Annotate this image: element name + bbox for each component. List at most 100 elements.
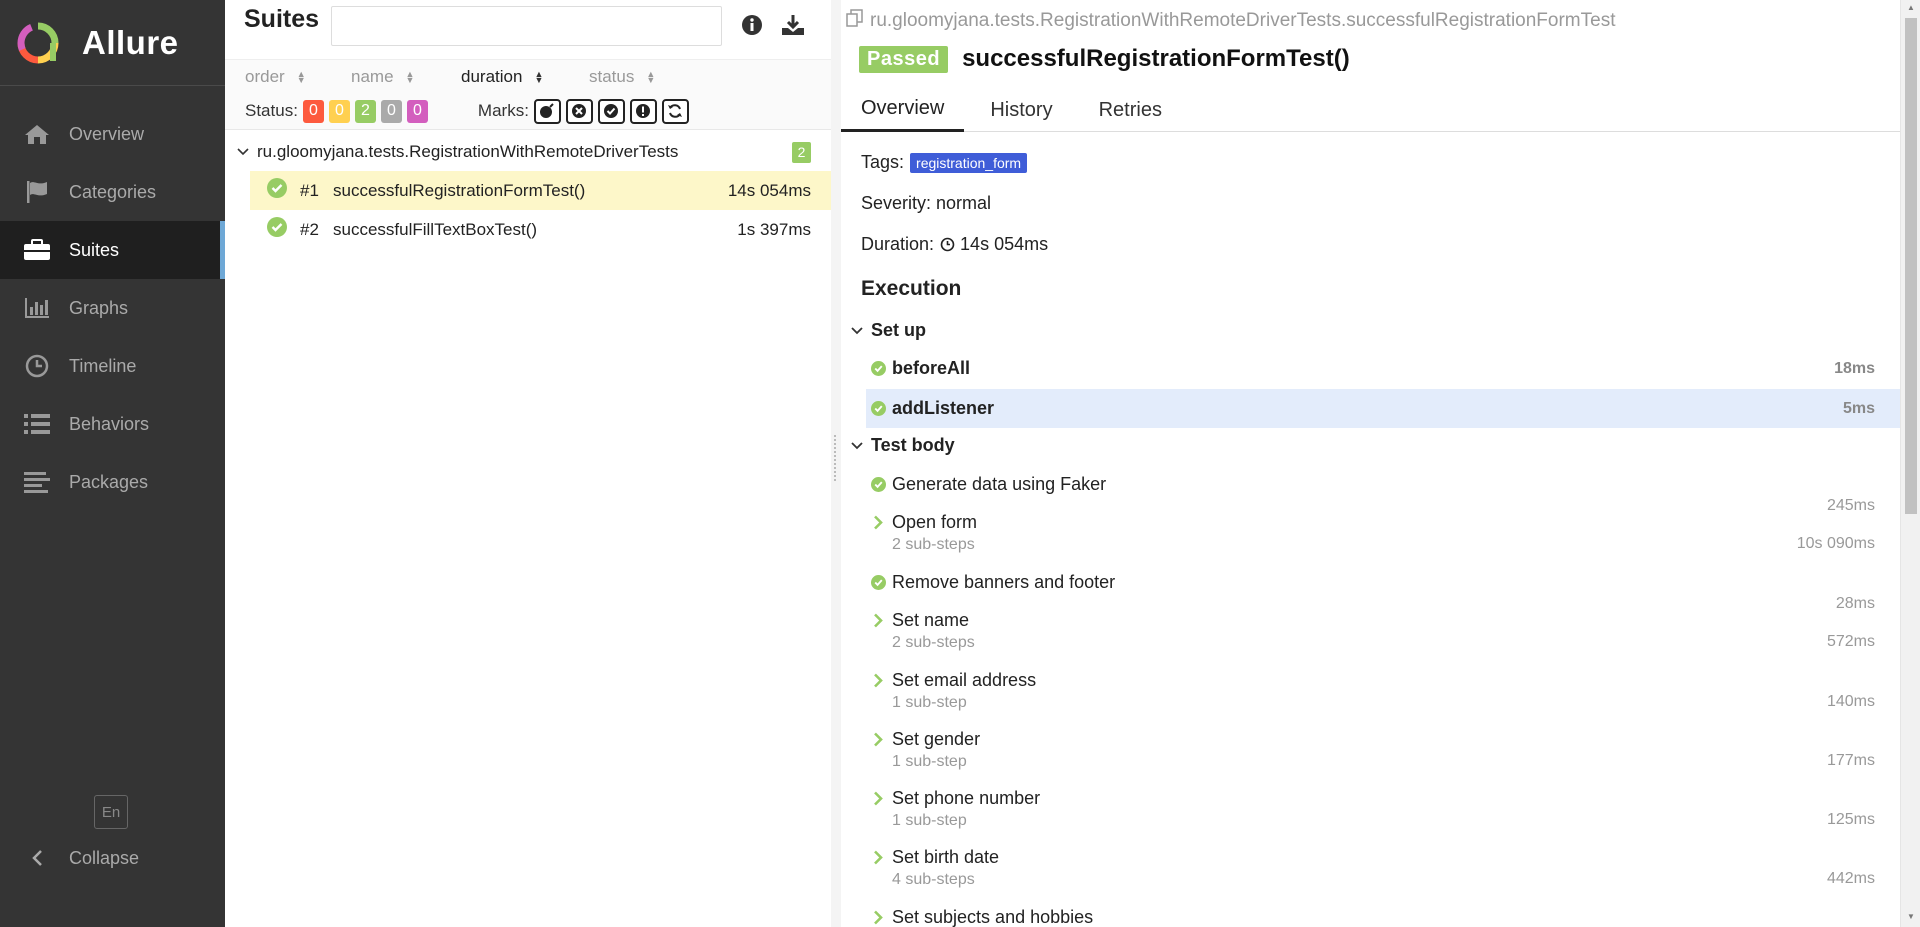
setup-step[interactable]: addListener 5ms [866,389,1900,428]
tags-field: Tags: registration_form [861,152,1028,173]
suites-pane: Suites order ▲ ▼ name ▲ ▼ duration ▲ ▼ status ▲… [225,0,831,927]
sort-arrows-icon: ▲ ▼ [296,68,306,85]
briefcase-icon [22,237,52,263]
pane-splitter[interactable] [831,0,841,927]
download-icon[interactable] [780,12,806,38]
list-icon [22,411,52,437]
mark-new-passed-icon[interactable] [597,98,625,124]
step-duration: 18ms [1834,360,1875,377]
step-duration: 572ms [1826,633,1875,650]
sidebar-item-packages[interactable]: Packages [0,453,225,511]
sort-name[interactable]: name ▲ ▼ [351,67,461,87]
scroll-up-icon[interactable]: ▲ [1907,3,1915,12]
suite-count-badge: 2 [792,141,811,163]
status-broken-badge[interactable]: 0 [328,99,350,123]
copy-icon[interactable] [846,9,864,33]
passed-icon [267,217,287,242]
step-name: Set subjects and hobbies [892,906,1094,927]
step-substeps: 1 sub-step [892,753,967,770]
sort-arrows-icon: ▲ ▼ [405,68,415,85]
tab-overview[interactable]: Overview [841,88,965,132]
suite-group[interactable]: ru.gloomyjana.tests.RegistrationWithRemo… [225,133,831,171]
duration-field: Duration: 14s 054ms [861,234,1048,255]
suites-header: Suites [225,0,831,60]
passed-icon [870,574,886,590]
step-substeps: 1 sub-step [892,694,967,711]
step-duration: 177ms [1826,752,1875,769]
scroll-down-icon[interactable]: ▼ [1907,912,1915,921]
sort-arrows-icon: ▲ ▼ [646,68,656,85]
setup-step[interactable]: beforeAll 18ms [866,354,1900,384]
detail-tabs: Overview History Retries [841,88,1900,132]
step-name: Set email address [892,669,1037,690]
mark-flaky-icon[interactable] [533,98,561,124]
breadcrumb-path: ru.gloomyjana.tests.RegistrationWithRemo… [870,10,1616,31]
tag-badge[interactable]: registration_form [910,152,1028,173]
search-input[interactable] [331,6,722,46]
step[interactable]: Set birth date 4 sub-steps 442ms [866,843,1900,893]
sidebar-item-label: Graphs [69,297,129,318]
mark-new-broken-icon[interactable] [629,98,657,124]
step-duration: 442ms [1826,870,1875,887]
step[interactable]: Generate data using Faker 245ms [866,470,1900,514]
sidebar-item-categories[interactable]: Categories [0,163,225,221]
test-detail-pane: ru.gloomyjana.tests.RegistrationWithRemo… [841,0,1900,927]
tab-history[interactable]: History [970,88,1072,132]
sort-arrows-icon: ▲ ▼ [534,68,544,85]
info-icon[interactable] [739,12,765,38]
step-name: Set gender [892,728,981,749]
status-filter-row: Status: 0 0 2 0 0 Marks: [225,93,831,130]
sidebar-item-label: Packages [69,471,149,492]
status-skipped-badge[interactable]: 0 [380,99,402,123]
scrollbar[interactable]: ▲ ▼ [1900,0,1920,927]
mark-retries-icon[interactable] [661,98,689,124]
sidebar-item-label: Categories [69,181,157,202]
collapse-label: Collapse [69,847,140,868]
test-name: successfulFillTextBoxTest() [333,219,538,239]
status-label: Status: [245,101,298,120]
step[interactable]: Set gender 1 sub-step 177ms [866,725,1900,775]
sort-duration[interactable]: duration ▲ ▼ [461,67,589,87]
step[interactable]: Set name 2 sub-steps 572ms [866,606,1900,656]
status-badge: Passed [859,45,949,73]
sidebar-item-timeline[interactable]: Timeline [0,337,225,395]
sidebar-item-graphs[interactable]: Graphs [0,279,225,337]
test-row[interactable]: #1 successfulRegistrationFormTest() 14s … [250,171,831,210]
sidebar-item-overview[interactable]: Overview [0,105,225,163]
step[interactable]: Set subjects and hobbies [866,903,1900,927]
chevron-down-icon [851,439,863,453]
sort-name-label: name [351,66,394,86]
scrollbar-thumb[interactable] [1905,18,1917,514]
step[interactable]: Remove banners and footer 28ms [866,568,1900,612]
passed-icon [870,476,886,492]
tab-retries[interactable]: Retries [1079,88,1182,132]
flag-icon [22,179,52,205]
mark-new-failed-icon[interactable] [565,98,593,124]
sort-order[interactable]: order ▲ ▼ [245,67,351,87]
brand[interactable]: Allure [0,0,225,86]
suite-group-name: ru.gloomyjana.tests.RegistrationWithRemo… [257,142,679,161]
chevron-down-icon [237,145,249,159]
sort-duration-label: duration [461,66,523,86]
splitter-grip[interactable] [834,435,838,481]
status-failed-badge[interactable]: 0 [302,99,324,123]
language-switch[interactable]: En [94,795,128,829]
setup-section[interactable]: Set up [851,320,926,341]
status-unknown-badge[interactable]: 0 [406,99,428,123]
sort-status[interactable]: status ▲ ▼ [589,67,655,87]
test-row[interactable]: #2 successfulFillTextBoxTest() 1s 397ms [250,210,831,249]
step[interactable]: Set phone number 1 sub-step 125ms [866,784,1900,834]
sidebar-item-behaviors[interactable]: Behaviors [0,395,225,453]
chevron-right-icon [870,732,886,747]
page-title: Suites [244,5,320,33]
bar-chart-icon [22,295,52,321]
test-body-section[interactable]: Test body [851,435,955,456]
step[interactable]: Set email address 1 sub-step 140ms [866,666,1900,716]
status-passed-badge[interactable]: 2 [354,99,376,123]
sidebar-nav: Overview Categories Suites Graphs Timeli… [0,105,225,511]
sidebar-item-suites[interactable]: Suites [0,221,225,279]
execution-heading: Execution [861,277,962,300]
step[interactable]: Open form 2 sub-steps 10s 090ms [866,508,1900,558]
marks-label: Marks: [477,101,529,120]
collapse-button[interactable]: Collapse [22,843,139,873]
